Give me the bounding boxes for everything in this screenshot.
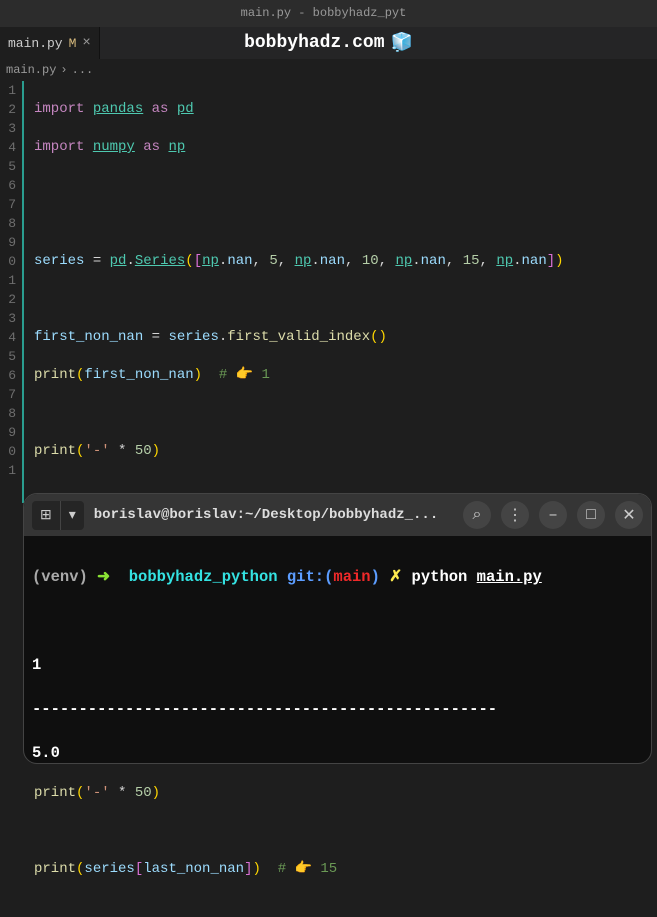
minimize-icon[interactable]: – — [539, 501, 567, 529]
line-number: 1 — [0, 271, 16, 290]
line-gutter: 1 2 3 4 5 6 7 8 9 0 1 2 3 4 5 6 7 8 9 0 … — [0, 81, 22, 503]
line-number: 8 — [0, 404, 16, 423]
line-number: 0 — [0, 442, 16, 461]
line-number: 2 — [0, 290, 16, 309]
breadcrumb-more: ... — [72, 63, 94, 77]
terminal-body[interactable]: (venv) ➜ bobbyhadz_python git:(main) ✗ p… — [24, 536, 651, 764]
line-number: 3 — [0, 119, 16, 138]
cube-icon: 🧊 — [391, 32, 413, 54]
line-number: 6 — [0, 366, 16, 385]
terminal-title: borislav@borislav:~/Desktop/bobbyhadz_..… — [94, 507, 453, 523]
line-number: 1 — [0, 81, 16, 100]
terminal-window: ⊞ ▾ borislav@borislav:~/Desktop/bobbyhad… — [23, 493, 652, 764]
window-title: main.py - bobbyhadz_pyt — [0, 0, 657, 27]
line-number: 5 — [0, 347, 16, 366]
line-number: 8 — [0, 214, 16, 233]
line-number: 1 — [0, 461, 16, 480]
line-number: 6 — [0, 176, 16, 195]
line-number: 4 — [0, 328, 16, 347]
line-number: 9 — [0, 233, 16, 252]
line-number: 9 — [0, 423, 16, 442]
breadcrumb-file: main.py — [6, 63, 56, 77]
tab-bar: main.py M × bobbyhadz.com 🧊 — [0, 27, 657, 59]
chevron-down-icon[interactable]: ▾ — [60, 501, 84, 530]
line-number: 3 — [0, 309, 16, 328]
new-tab-icon[interactable]: ⊞ — [32, 501, 60, 530]
menu-icon[interactable]: ⋮ — [501, 501, 529, 529]
line-number: 0 — [0, 252, 16, 271]
line-number: 4 — [0, 138, 16, 157]
tab-modified-indicator: M — [69, 36, 77, 51]
tab-label: main.py — [8, 36, 63, 51]
line-number: 7 — [0, 195, 16, 214]
breadcrumb[interactable]: main.py › ... — [0, 59, 657, 81]
terminal-header: ⊞ ▾ borislav@borislav:~/Desktop/bobbyhad… — [24, 494, 651, 536]
close-icon[interactable]: × — [82, 35, 90, 51]
line-number: 7 — [0, 385, 16, 404]
line-number: 2 — [0, 100, 16, 119]
watermark: bobbyhadz.com 🧊 — [244, 32, 413, 54]
close-icon[interactable]: ✕ — [615, 501, 643, 529]
code-area[interactable]: import pandas as pd import numpy as np s… — [22, 81, 657, 503]
line-number: 5 — [0, 157, 16, 176]
search-icon[interactable]: ⌕ — [463, 501, 491, 529]
terminal-new-tab-group: ⊞ ▾ — [32, 501, 84, 530]
code-editor[interactable]: 1 2 3 4 5 6 7 8 9 0 1 2 3 4 5 6 7 8 9 0 … — [0, 81, 657, 503]
maximize-icon[interactable]: □ — [577, 501, 605, 529]
watermark-text: bobbyhadz.com — [244, 33, 384, 53]
breadcrumb-sep: › — [60, 63, 67, 77]
tab-main-py[interactable]: main.py M × — [0, 27, 100, 59]
